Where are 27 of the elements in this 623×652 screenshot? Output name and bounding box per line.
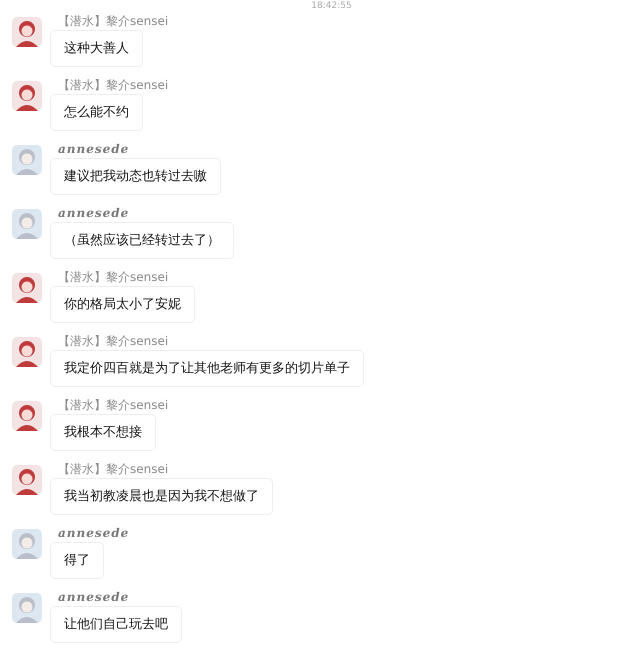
message-bubble: 我定价四百就是为了让其他老师有更多的切片单子 [50, 350, 364, 387]
sender-name: 【潜水】黎介sensei [58, 77, 168, 94]
message-bubble: 让他们自己玩去吧 [50, 606, 182, 643]
avatar-icon[interactable] [12, 273, 42, 303]
avatar-icon[interactable] [12, 401, 42, 431]
message-bubble: 我根本不想接 [50, 414, 156, 451]
sender-name: annesede [58, 525, 130, 542]
avatar-icon[interactable] [12, 465, 42, 495]
message-bubble: 我当初教凌晨也是因为我不想做了 [50, 478, 273, 515]
message-bubble: 怎么能不约 [50, 94, 143, 131]
sender-name: 【潜水】黎介sensei [58, 333, 168, 350]
sender-name: annesede [58, 141, 130, 158]
message-bubble: 这种大善人 [50, 30, 143, 67]
sender-name: 【潜水】黎介sensei [58, 461, 168, 478]
sender-name: annesede [58, 589, 130, 606]
sender-name: 【潜水】黎介sensei [58, 269, 168, 286]
sender-name: 【潜水】黎介sensei [58, 397, 168, 414]
sender-name: 【潜水】黎介sensei [58, 13, 168, 30]
timestamp: 18:42:55 [311, 1, 352, 12]
avatar-icon[interactable] [12, 337, 42, 367]
message-bubble: （虽然应该已经转过去了） [50, 222, 234, 259]
message-bubble: 得了 [50, 542, 104, 579]
sender-name: annesede [58, 205, 130, 222]
message-bubble: 你的格局太小了安妮 [50, 286, 195, 323]
avatar-icon[interactable] [12, 81, 42, 111]
message-bubble: 建议把我动态也转过去嗷 [50, 158, 221, 195]
avatar-icon[interactable] [12, 17, 42, 47]
